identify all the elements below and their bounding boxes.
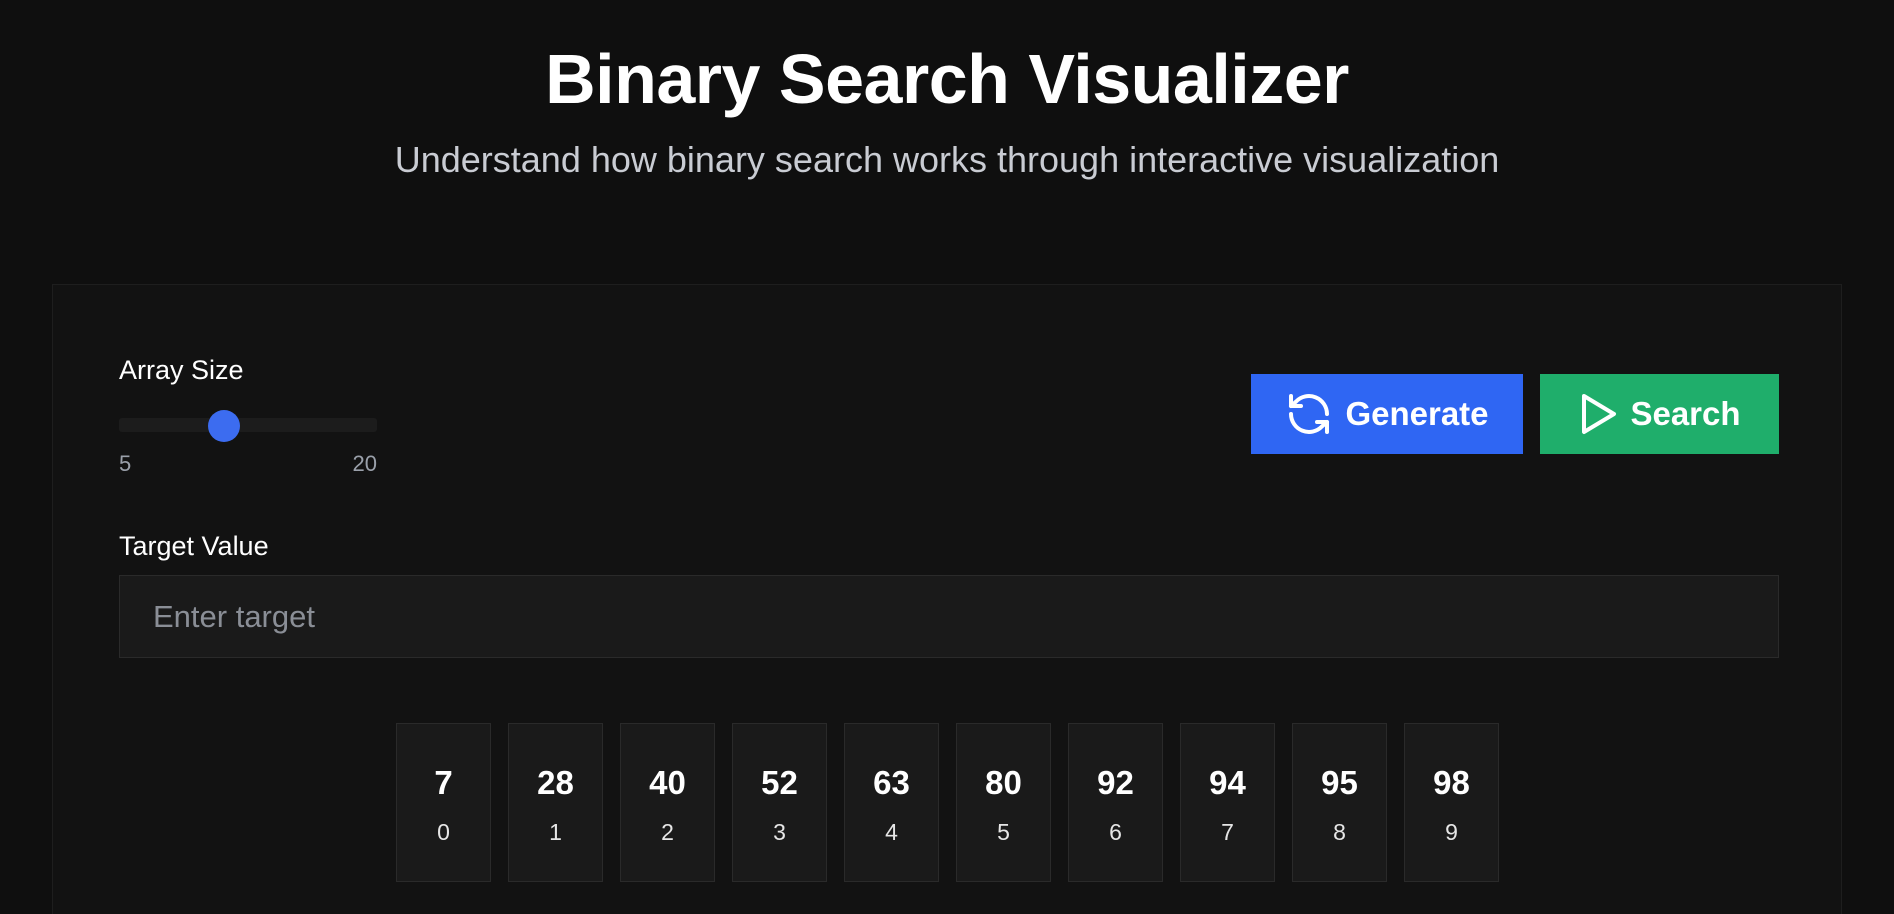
generate-button-label: Generate [1345,395,1489,432]
array-cell-value: 95 [1321,764,1358,801]
array-cell-value: 92 [1097,764,1134,801]
array-cell-value: 52 [761,764,798,801]
array-cell-index: 9 [1445,819,1458,845]
array-cell: 63 4 [844,723,939,882]
array-cell: 52 3 [732,723,827,882]
array-cell-index: 7 [1221,819,1234,845]
array-cell: 92 6 [1068,723,1163,882]
generate-button[interactable]: Generate [1251,374,1523,454]
array-display: 7 0 28 1 40 2 52 3 63 4 80 5 92 6 94 7 95 8 98 9 [396,723,1499,882]
refresh-icon [1285,390,1333,438]
array-size-slider-track[interactable] [119,418,377,432]
array-cell: 80 5 [956,723,1051,882]
array-cell-value: 94 [1209,764,1246,801]
array-cell: 94 7 [1180,723,1275,882]
array-cell: 98 9 [1404,723,1499,882]
array-cell-index: 4 [885,819,898,845]
page-subtitle: Understand how binary search works throu… [394,139,1500,180]
page-title: Binary Search Visualizer [545,40,1349,118]
array-cell-value: 63 [873,764,910,801]
array-cell-value: 7 [434,764,453,801]
search-button[interactable]: Search [1540,374,1779,454]
array-cell-value: 98 [1433,764,1470,801]
array-cell: 40 2 [620,723,715,882]
array-cell-index: 5 [997,819,1010,845]
target-value-label: Target Value [119,531,269,561]
array-size-slider-thumb[interactable] [208,410,241,442]
slider-max-label: 20 [352,451,377,476]
array-size-label: Array Size [119,355,244,385]
array-cell-index: 6 [1109,819,1122,845]
array-cell-index: 0 [437,819,450,845]
search-button-label: Search [1630,395,1741,432]
array-cell-value: 28 [537,764,574,801]
array-cell-index: 8 [1333,819,1346,845]
slider-min-label: 5 [119,451,132,476]
array-cell-index: 1 [549,819,562,845]
control-panel: Array Size 5 20 Generate Search Target V… [52,284,1842,914]
array-cell: 70 [396,723,491,882]
array-cell-value: 80 [985,764,1022,801]
array-cell-index: 3 [773,819,786,845]
array-cell-value: 40 [649,764,686,801]
array-cell: 95 8 [1292,723,1387,882]
target-input[interactable] [119,575,1779,658]
app-page: Binary Search Visualizer Understand how … [0,0,1894,914]
array-cell: 28 1 [508,723,603,882]
play-icon [1578,392,1618,436]
array-cell-index: 2 [661,819,674,845]
